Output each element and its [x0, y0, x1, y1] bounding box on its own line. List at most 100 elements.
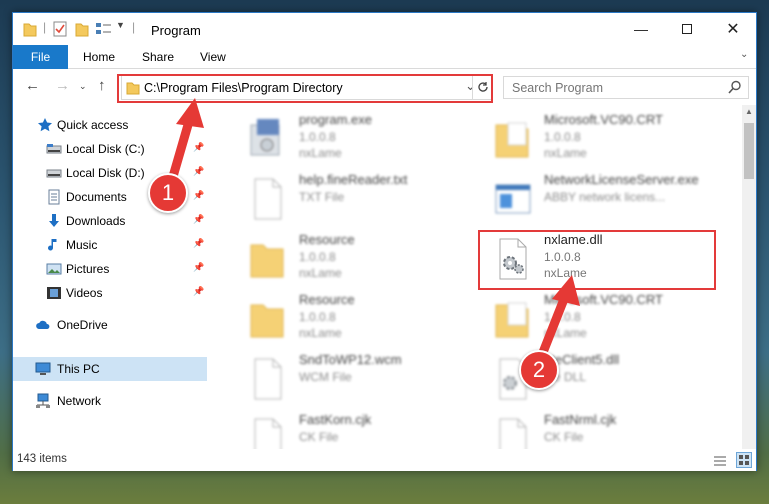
- sidebar-item-label: Pictures: [66, 262, 110, 276]
- up-icon[interactable]: ↑: [98, 77, 106, 94]
- file-company: nxLame: [299, 146, 342, 160]
- maximize-button[interactable]: [664, 13, 710, 44]
- tab-home[interactable]: Home: [83, 50, 115, 64]
- tab-file[interactable]: File: [13, 45, 68, 69]
- cloud-icon: [36, 320, 50, 329]
- new-folder-icon[interactable]: [75, 21, 89, 37]
- details-view-icon[interactable]: [713, 454, 727, 468]
- step-1-badge: 1: [148, 173, 188, 213]
- file-item[interactable]: help.fineReader.txt TXT File: [237, 169, 482, 227]
- file-type: WCM File: [299, 370, 352, 384]
- search-box[interactable]: [503, 76, 749, 99]
- large-icons-view-icon[interactable]: [736, 452, 753, 468]
- file-type: CK File: [544, 430, 584, 444]
- blank-file-icon: [254, 358, 282, 400]
- navigation-pane: Quick access Local Disk (C:) 📌 Local Dis…: [13, 105, 207, 447]
- sidebar-item-local-disk-c[interactable]: Local Disk (C:) 📌: [13, 137, 207, 161]
- window-app-icon: [495, 184, 531, 214]
- sidebar-item-music[interactable]: Music 📌: [13, 233, 207, 257]
- file-name: Microsoft.VC90.CRT: [544, 292, 663, 307]
- view-menu-icon[interactable]: [95, 21, 113, 37]
- sidebar-item-pictures[interactable]: Pictures 📌: [13, 257, 207, 281]
- folder-icon[interactable]: [23, 21, 37, 37]
- window-title: Program: [151, 23, 201, 38]
- properties-icon[interactable]: [53, 21, 67, 37]
- blank-file-icon: [499, 418, 527, 449]
- maximize-icon: [682, 23, 692, 34]
- drive-icon: [46, 169, 62, 178]
- folder-item[interactable]: Microsoft.VC90.CRT 1.0.0.8 nxLame: [482, 289, 727, 347]
- step-2-badge: 2: [519, 350, 559, 390]
- sidebar-item-label: Local Disk (D:): [66, 166, 145, 180]
- folder-icon: [250, 244, 284, 278]
- sidebar-item-label: OneDrive: [57, 318, 108, 332]
- pictures-icon: [46, 263, 62, 275]
- folder-item[interactable]: Resource 1.0.0.8 nxLame: [237, 289, 482, 347]
- sidebar-item-label: Downloads: [66, 214, 126, 228]
- search-input[interactable]: [504, 77, 724, 98]
- expand-ribbon-icon[interactable]: ⌄: [740, 49, 748, 60]
- pin-icon[interactable]: 📌: [193, 166, 204, 177]
- file-company: nxLame: [299, 326, 342, 340]
- file-item[interactable]: program.exe 1.0.0.8 nxLame: [237, 109, 482, 167]
- pin-icon[interactable]: 📌: [193, 262, 204, 273]
- folder-item[interactable]: Resource 1.0.0.8 nxLame: [237, 229, 482, 287]
- file-name: NetworkLicenseServer.exe: [544, 172, 699, 187]
- sidebar-item-videos[interactable]: Videos 📌: [13, 281, 207, 305]
- status-bar: 143 items: [13, 449, 756, 471]
- sidebar-item-network[interactable]: Network: [13, 389, 207, 413]
- address-bar-highlight: [117, 74, 493, 103]
- sidebar-item-label: Network: [57, 394, 102, 408]
- sidebar-item-label: Videos: [66, 286, 103, 300]
- pin-icon[interactable]: 📌: [193, 142, 204, 153]
- file-version: 1.0.0.8: [544, 310, 581, 324]
- drive-icon: [46, 144, 62, 154]
- separator: |: [132, 20, 136, 34]
- separator: |: [43, 20, 47, 34]
- vertical-scrollbar[interactable]: ▲: [742, 105, 756, 449]
- file-name: FastKorn.cjk: [299, 412, 372, 427]
- forward-icon[interactable]: →: [55, 77, 70, 94]
- file-company: nxLame: [544, 146, 587, 160]
- tab-share[interactable]: Share: [142, 50, 174, 64]
- file-type: TXT File: [299, 190, 345, 204]
- minimize-icon: —: [634, 20, 648, 37]
- file-item[interactable]: SndToWP12.wcm WCM File: [237, 349, 482, 407]
- minimize-button[interactable]: —: [618, 13, 664, 44]
- file-item[interactable]: FastKorn.cjk CK File: [237, 409, 482, 449]
- file-name: Resource: [299, 232, 355, 247]
- pin-icon[interactable]: 📌: [193, 238, 204, 249]
- back-icon[interactable]: ←: [25, 77, 40, 94]
- videos-icon: [47, 287, 61, 299]
- tab-view[interactable]: View: [200, 50, 226, 64]
- file-name: Resource: [299, 292, 355, 307]
- file-item[interactable]: NetworkLicenseServer.exe ABBY network li…: [482, 169, 727, 227]
- scrollbar-thumb[interactable]: [744, 123, 754, 179]
- pin-icon[interactable]: 📌: [193, 214, 204, 225]
- sidebar-item-this-pc[interactable]: This PC: [13, 357, 207, 381]
- file-version: 1.0.0.8: [299, 310, 336, 324]
- sidebar-item-downloads[interactable]: Downloads 📌: [13, 209, 207, 233]
- folder-icon: [495, 122, 529, 158]
- pin-icon[interactable]: 📌: [193, 190, 204, 201]
- file-name: Microsoft.VC90.CRT: [544, 112, 663, 127]
- installer-icon: [250, 119, 280, 156]
- scroll-up-icon[interactable]: ▲: [745, 107, 753, 116]
- file-name: FastNrml.cjk: [544, 412, 617, 427]
- close-button[interactable]: ✕: [710, 13, 756, 44]
- file-type: CK File: [299, 430, 339, 444]
- search-icon[interactable]: [728, 80, 742, 94]
- file-item[interactable]: FastNrml.cjk CK File: [482, 409, 727, 449]
- folder-item[interactable]: Microsoft.VC90.CRT 1.0.0.8 nxLame: [482, 109, 727, 167]
- sidebar-item-onedrive[interactable]: OneDrive: [13, 313, 207, 337]
- nxlame-dll-highlight: [478, 230, 716, 290]
- file-item[interactable]: ateClient5.dll rce DLL: [482, 349, 727, 407]
- sidebar-item-label: Documents: [66, 190, 127, 204]
- recent-locations-icon[interactable]: ⌄: [79, 81, 87, 92]
- computer-icon: [35, 362, 51, 375]
- pin-icon[interactable]: 📌: [193, 286, 204, 297]
- customize-toolbar-icon[interactable]: ▼: [116, 20, 125, 36]
- sidebar-item-quick-access[interactable]: Quick access: [13, 113, 207, 137]
- folder-icon: [495, 302, 529, 338]
- file-name: program.exe: [299, 112, 372, 127]
